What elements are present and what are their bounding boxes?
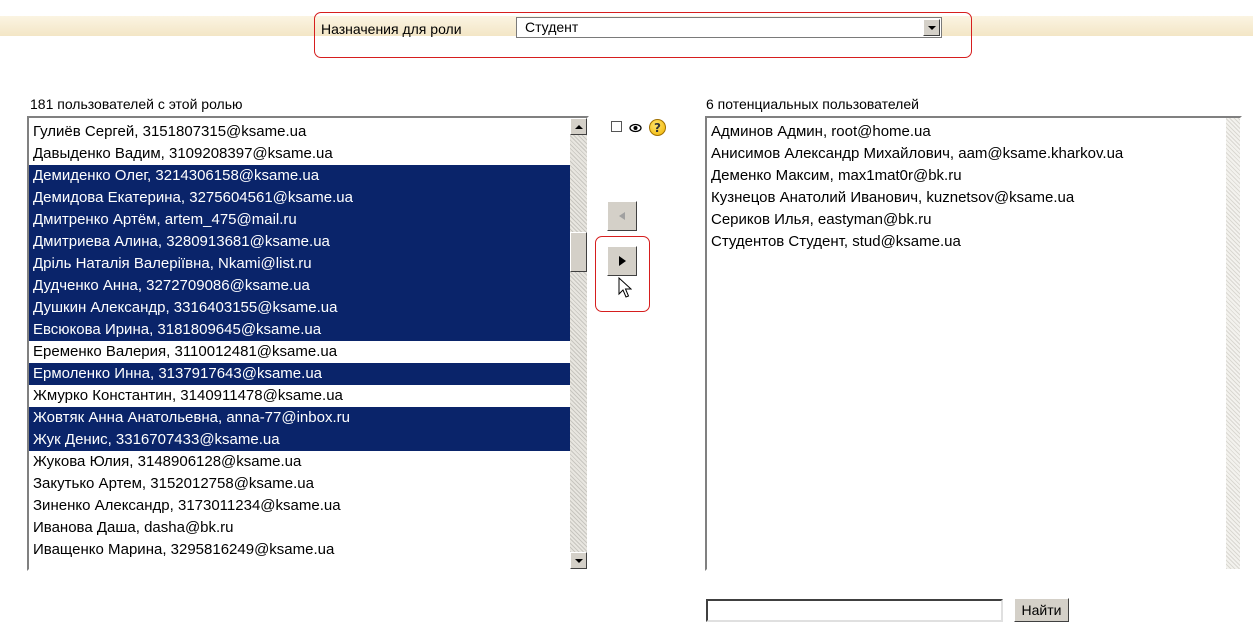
add-button-highlight bbox=[595, 236, 650, 312]
assigned-user-option[interactable]: Дудченко Анна, 3272709086@ksame.ua bbox=[29, 275, 570, 297]
potential-users-heading: 6 потенциальных пользователей bbox=[706, 96, 919, 112]
scroll-thumb[interactable] bbox=[570, 232, 587, 272]
assigned-users-list[interactable]: Гулиёв Сергей, 3151807315@ksame.ua Давыде… bbox=[27, 116, 589, 571]
assigned-list-scrollbar[interactable] bbox=[570, 118, 587, 569]
assigned-user-option[interactable]: Закутько Артем, 3152012758@ksame.ua bbox=[29, 473, 570, 495]
assigned-user-option[interactable]: Иванова Даша, dasha@bk.ru bbox=[29, 517, 570, 539]
assigned-user-option[interactable]: Демидова Екатерина, 3275604561@ksame.ua bbox=[29, 187, 570, 209]
scroll-down-button[interactable] bbox=[570, 552, 587, 569]
assigned-user-option[interactable]: Жук Денис, 3316707433@ksame.ua bbox=[29, 429, 570, 451]
scroll-up-button[interactable] bbox=[570, 118, 587, 135]
assigned-user-option[interactable]: Дмитриева Алина, 3280913681@ksame.ua bbox=[29, 231, 570, 253]
assigned-user-option[interactable]: Дріль Наталія Валеріївна, Nkami@list.ru bbox=[29, 253, 570, 275]
potential-list-scrollbar bbox=[1226, 118, 1240, 569]
potential-user-option[interactable]: Деменко Максим, max1mat0r@bk.ru bbox=[707, 165, 1227, 187]
assigned-user-option[interactable]: Жукова Юлия, 3148906128@ksame.ua bbox=[29, 451, 570, 473]
assigned-user-option[interactable]: Жмурко Константин, 3140911478@ksame.ua bbox=[29, 385, 570, 407]
assigned-user-option[interactable]: Жовтяк Анна Анатольевна, anna-77@inbox.r… bbox=[29, 407, 570, 429]
assigned-user-option[interactable]: Давыденко Вадим, 3109208397@ksame.ua bbox=[29, 143, 570, 165]
assigned-user-option[interactable]: Иващенко Марина, 3295816249@ksame.ua bbox=[29, 539, 570, 561]
assigned-user-option[interactable]: Зиненко Александр, 3173011234@ksame.ua bbox=[29, 495, 570, 517]
mouse-cursor-icon bbox=[618, 277, 632, 298]
search-input[interactable] bbox=[706, 599, 1003, 622]
assigned-user-option[interactable]: Душкин Александр, 3316403155@ksame.ua bbox=[29, 297, 570, 319]
potential-user-option[interactable]: Студентов Студент, stud@ksame.ua bbox=[707, 231, 1227, 253]
assigned-user-option[interactable]: Гулиёв Сергей, 3151807315@ksame.ua bbox=[29, 121, 570, 143]
potential-users-list[interactable]: Админов Админ, root@home.ua Анисимов Алек… bbox=[705, 116, 1242, 571]
potential-user-option[interactable]: Админов Админ, root@home.ua bbox=[707, 121, 1227, 143]
assigned-user-option[interactable]: Дмитренко Артём, artem_475@mail.ru bbox=[29, 209, 570, 231]
show-hidden-checkbox[interactable] bbox=[611, 121, 622, 132]
search-button[interactable]: Найти bbox=[1014, 598, 1069, 622]
remove-user-button[interactable] bbox=[607, 201, 637, 231]
assigned-user-option[interactable]: Ермоленко Инна, 3137917643@ksame.ua bbox=[29, 363, 570, 385]
assigned-users-heading: 181 пользователей с этой ролью bbox=[30, 96, 243, 112]
eye-icon bbox=[629, 123, 642, 133]
potential-user-option[interactable]: Анисимов Александр Михайлович, aam@ksame… bbox=[707, 143, 1227, 165]
role-select-highlight bbox=[314, 12, 972, 58]
help-icon[interactable]: ? bbox=[649, 119, 666, 136]
assigned-user-option[interactable]: Демиденко Олег, 3214306158@ksame.ua bbox=[29, 165, 570, 187]
potential-user-option[interactable]: Сериков Илья, eastyman@bk.ru bbox=[707, 209, 1227, 231]
assigned-user-option[interactable]: Еременко Валерия, 3110012481@ksame.ua bbox=[29, 341, 570, 363]
assigned-user-option[interactable]: Евсюкова Ирина, 3181809645@ksame.ua bbox=[29, 319, 570, 341]
potential-user-option[interactable]: Кузнецов Анатолий Иванович, kuznetsov@ks… bbox=[707, 187, 1227, 209]
